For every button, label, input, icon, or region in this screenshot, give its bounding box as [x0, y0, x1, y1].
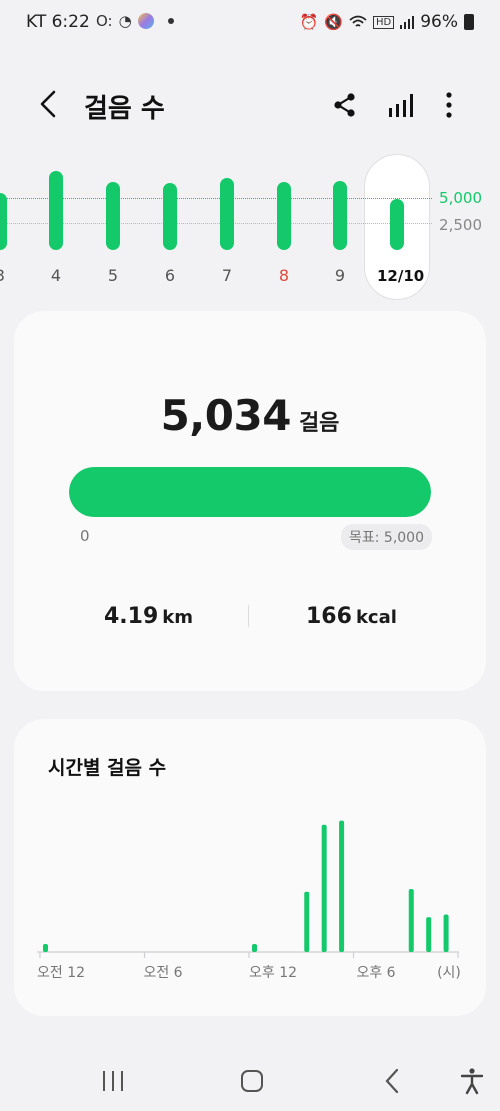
back-icon[interactable]: [378, 1066, 408, 1096]
hourly-bar: [339, 820, 345, 952]
app-header: 걸음 수: [0, 80, 500, 130]
distance-value: 4.19: [104, 604, 159, 629]
day-label-4[interactable]: 4: [36, 266, 76, 285]
back-arrow-icon[interactable]: [34, 86, 64, 122]
stats-icon[interactable]: [386, 90, 416, 120]
day-bar-5[interactable]: [106, 181, 120, 250]
calories-unit: kcal: [355, 607, 397, 628]
accessibility-icon[interactable]: [457, 1066, 487, 1096]
avatar-icon: [137, 13, 154, 29]
day-label-9[interactable]: 9: [320, 266, 360, 285]
hourly-bar: [408, 889, 414, 952]
system-nav-bar: [0, 1050, 500, 1111]
battery-icon: [464, 14, 474, 30]
hourly-bar: [321, 824, 327, 952]
day-label-12/10[interactable]: 12/10: [377, 267, 424, 285]
battery-text: 96%: [420, 12, 458, 32]
day-label-5[interactable]: 5: [93, 266, 133, 285]
steps-unit: 걸음: [298, 411, 340, 436]
status-bar: KT 6:22 O: ◔ ⏰ 🔇 HD 96%: [0, 0, 500, 44]
hourly-tick-label: 오전 12: [37, 965, 85, 981]
day-bar-8[interactable]: [277, 181, 291, 250]
progress-min-label: 0: [80, 527, 90, 545]
day-label-7[interactable]: 7: [207, 266, 247, 285]
day-label-3[interactable]: 3: [0, 266, 20, 285]
hourly-steps-card[interactable]: 시간별 걸음 수 오전 12 오전 6 오후 12 오후 6 (시): [14, 719, 486, 1016]
distance-unit: km: [162, 607, 194, 628]
hourly-tick-label: 오후 12: [249, 965, 297, 981]
weekly-steps-strip: 5,000 2,500 3456789 12/10: [0, 150, 500, 300]
signal-icon: [400, 16, 415, 29]
recents-icon[interactable]: [98, 1066, 128, 1096]
summary-card: 5,034 걸음 0 목표: 5,000 4.19 km 166 kcal: [14, 311, 486, 691]
steps-value: 5,034: [160, 391, 292, 440]
half-goal-label: 2,500: [439, 216, 482, 234]
hd-icon: HD: [372, 15, 395, 29]
hourly-tick-label: 오전 6: [143, 965, 182, 981]
hourly-bar: [304, 891, 310, 952]
steps-progress-bar: [69, 467, 431, 517]
goal-line: [0, 198, 432, 199]
day-label-8[interactable]: 8: [264, 266, 304, 285]
carrier-time: KT 6:22: [26, 12, 90, 32]
day-bar-9[interactable]: [333, 180, 347, 250]
metric-divider: [248, 605, 249, 627]
oo-icon: O:: [96, 12, 113, 30]
hourly-tick-label: 오후 6: [356, 965, 395, 981]
distance-metric: 4.19 km: [104, 604, 193, 629]
mute-icon: 🔇: [324, 13, 343, 31]
goal-pill: 목표: 5,000: [340, 524, 432, 550]
day-bar-12/10[interactable]: [390, 198, 404, 250]
hourly-bar: [426, 917, 432, 952]
day-bar-4[interactable]: [49, 170, 63, 250]
status-icons-right: ⏰ 🔇 HD 96%: [300, 12, 474, 32]
wifi-icon: [349, 15, 367, 27]
half-goal-line: [0, 223, 432, 224]
page-title: 걸음 수: [84, 94, 165, 124]
day-label-6[interactable]: 6: [150, 266, 190, 285]
share-icon[interactable]: [330, 90, 360, 120]
hourly-tick-label: (시): [437, 965, 461, 981]
hourly-bar: [252, 943, 257, 952]
hourly-bar: [43, 943, 48, 952]
hourly-chart: 오전 12 오전 6 오후 12 오후 6 (시): [37, 820, 461, 981]
more-icon[interactable]: [434, 90, 464, 120]
day-bar-3[interactable]: [0, 192, 7, 250]
goal-label: 5,000: [439, 189, 482, 207]
hourly-bar: [443, 914, 449, 952]
steps-progress-fill: [69, 467, 431, 517]
day-bar-6[interactable]: [163, 182, 177, 250]
calories-value: 166: [306, 604, 352, 629]
alarm-icon: ⏰: [299, 13, 319, 31]
day-bar-7[interactable]: [220, 177, 234, 250]
clock-arrow-icon: ◔: [118, 12, 132, 30]
steps-total: 5,034 걸음: [14, 391, 486, 440]
calories-metric: 166 kcal: [306, 604, 397, 629]
status-icons-left: O: ◔: [96, 12, 174, 30]
dot-icon: [167, 18, 174, 24]
home-icon[interactable]: [237, 1066, 267, 1096]
